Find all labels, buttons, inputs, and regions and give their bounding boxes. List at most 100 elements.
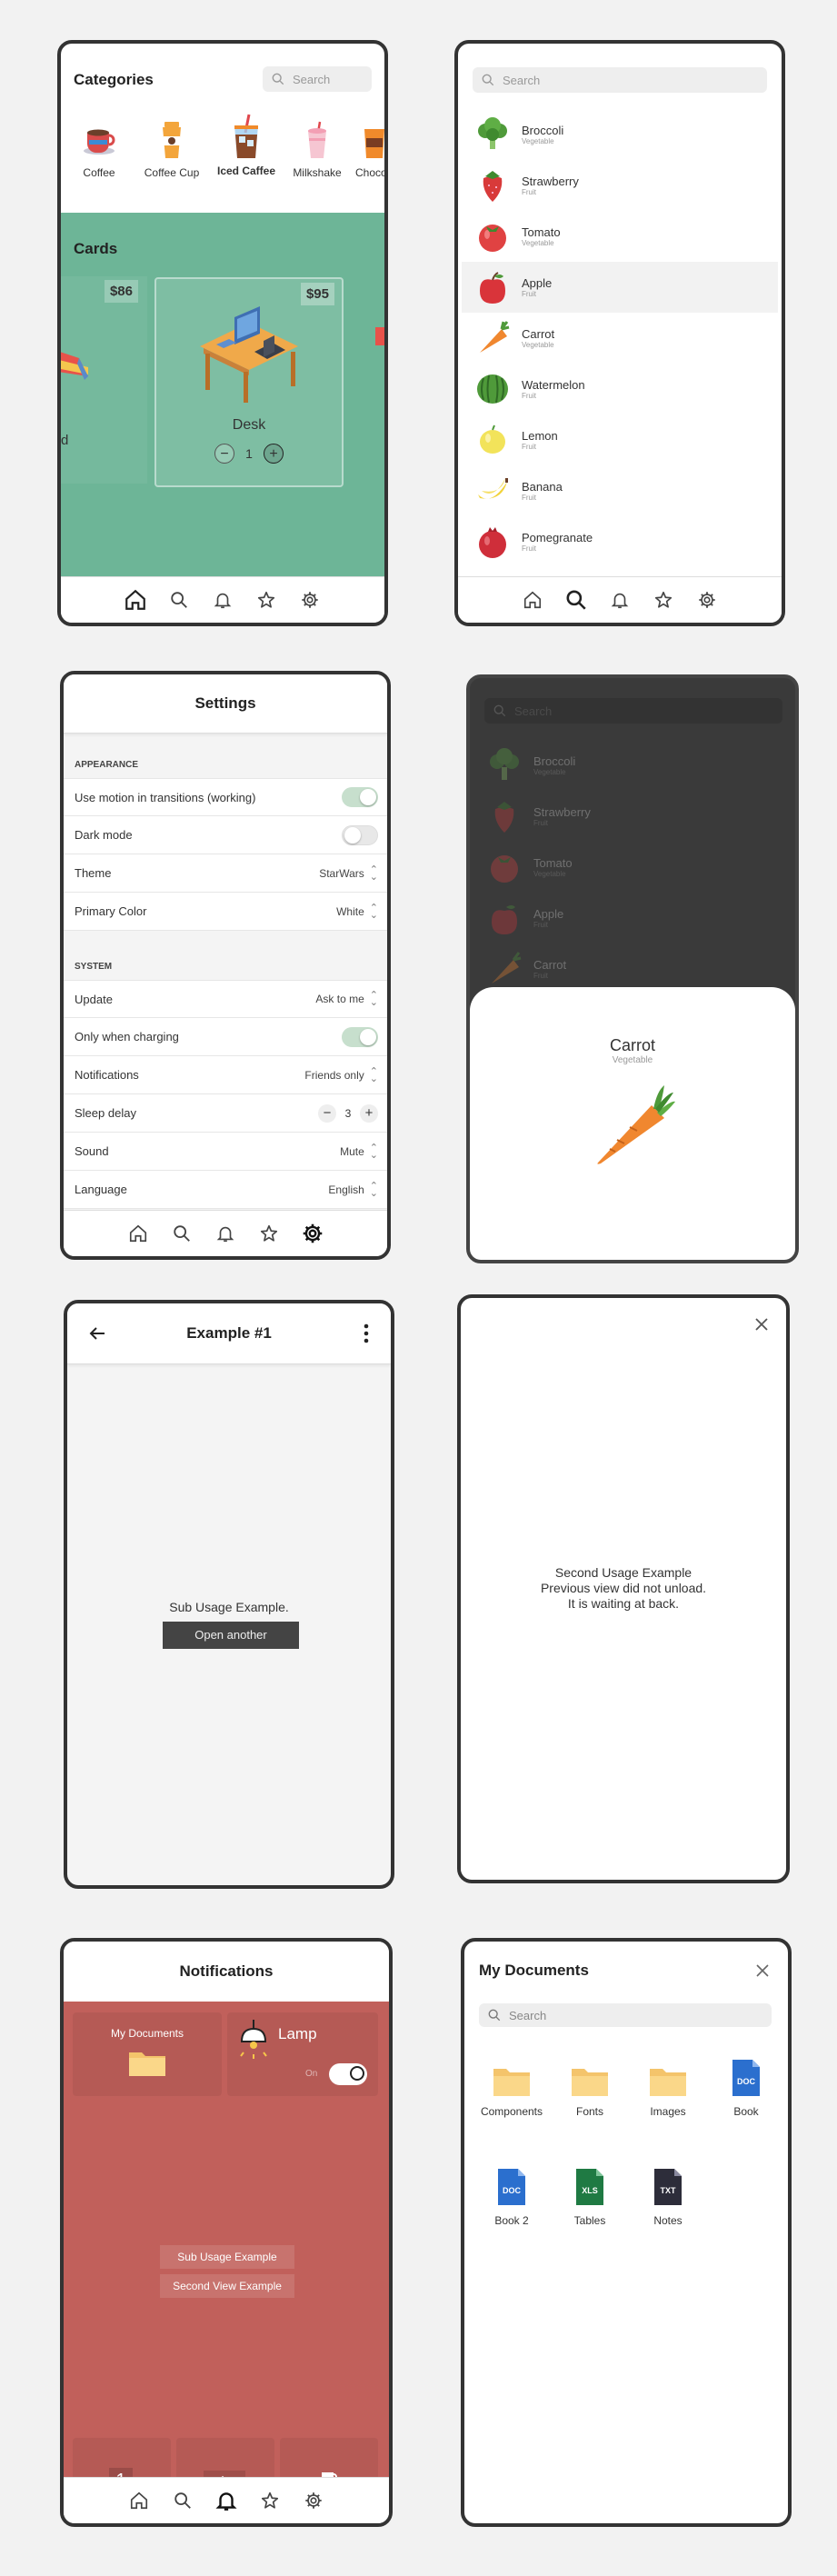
category-choco[interactable]: Choco	[348, 120, 384, 179]
nav-notifications[interactable]	[211, 588, 234, 612]
file-book[interactable]: DOC Book	[710, 2058, 782, 2118]
sleep-decrement-button[interactable]: −	[318, 1103, 336, 1123]
folder-components[interactable]: Components	[475, 2065, 548, 2118]
close-icon[interactable]	[755, 1963, 770, 1978]
bottom-sheet[interactable]: Carrot Vegetable	[470, 987, 795, 1260]
home-icon	[130, 2491, 148, 2510]
bell-icon	[214, 593, 232, 609]
svg-text:DOC: DOC	[737, 2077, 756, 2086]
star-icon	[257, 591, 275, 608]
list-item[interactable]: Carrot Vegetable	[462, 313, 778, 364]
star-icon	[260, 1224, 278, 1242]
sleep-increment-button[interactable]: +	[360, 1103, 378, 1123]
list-item[interactable]: Watermelon Fruit	[462, 364, 778, 414]
list-item[interactable]: Banana Fruit	[462, 465, 778, 516]
carrot-icon	[480, 321, 510, 353]
list-item[interactable]: Lemon Fruit	[462, 414, 778, 465]
item-name: Carrot	[522, 327, 555, 341]
widget-my-documents[interactable]: My Documents	[73, 2012, 222, 2096]
setting-dark-mode[interactable]: Dark mode	[64, 816, 387, 854]
categories-search[interactable]: Search	[263, 66, 372, 92]
folder-icon	[129, 2052, 165, 2076]
nav-settings[interactable]	[301, 1222, 324, 1245]
nav-notifications[interactable]	[608, 588, 632, 612]
folder-images[interactable]: Images	[632, 2065, 704, 2118]
sub-usage-button[interactable]: Sub Usage Example	[160, 2245, 294, 2269]
decrement-button[interactable]: −	[214, 444, 234, 464]
nav-home[interactable]	[126, 1222, 150, 1245]
list-item[interactable]: Strawberry Fruit	[462, 160, 778, 211]
setting-charging[interactable]: Only when charging	[64, 1018, 387, 1056]
list-item[interactable]: Broccoli Vegetable	[462, 109, 778, 160]
coffee-cup-icon	[163, 122, 181, 158]
doc-label: Components	[480, 2105, 543, 2118]
coffee-mug-icon	[84, 129, 115, 155]
nav-search[interactable]	[170, 1222, 194, 1245]
nav-home[interactable]	[521, 588, 544, 612]
search-icon	[171, 592, 187, 608]
nav-home[interactable]	[124, 588, 147, 612]
item-type: Fruit	[522, 392, 536, 400]
nav-favorites[interactable]	[257, 1222, 281, 1245]
broccoli-icon	[478, 117, 507, 149]
category-coffee[interactable]: Coffee	[63, 120, 135, 179]
more-vertical-icon[interactable]	[364, 1323, 369, 1343]
close-icon[interactable]	[753, 1316, 770, 1333]
category-milkshake[interactable]: Milkshake	[281, 120, 354, 179]
search-placeholder: Search	[509, 2008, 547, 2022]
nav-settings[interactable]	[302, 2489, 325, 2512]
nav-favorites[interactable]	[254, 588, 278, 612]
setting-theme[interactable]: Theme StarWars ⌃ ⌄	[64, 854, 387, 893]
charging-toggle[interactable]	[342, 1026, 378, 1047]
card-next-edge[interactable]	[375, 327, 384, 345]
section-system: SYSTEM	[75, 962, 113, 972]
phone-notifications: Notifications My Documents Lamp On Sub U…	[60, 1938, 393, 2527]
increment-button[interactable]: +	[263, 444, 284, 464]
search-icon	[482, 74, 494, 86]
list-item[interactable]: Tomato Vegetable	[462, 211, 778, 262]
open-another-button[interactable]: Open another	[163, 1622, 299, 1649]
second-usage-text: Second Usage Example Previous view did n…	[461, 1565, 786, 1612]
setting-update[interactable]: Update Ask to me ⌃ ⌄	[64, 980, 387, 1018]
file-book-2[interactable]: DOC Book 2	[475, 2167, 548, 2227]
nav-search[interactable]	[564, 588, 588, 612]
setting-sound[interactable]: Sound Mute ⌃ ⌄	[64, 1133, 387, 1171]
nav-home[interactable]	[127, 2489, 151, 2512]
second-view-button[interactable]: Second View Example	[160, 2274, 294, 2298]
quantity-stepper[interactable]: − 1 +	[214, 443, 284, 464]
widget-lamp[interactable]: Lamp On	[227, 2012, 378, 2096]
documents-search[interactable]: Search	[479, 2003, 772, 2027]
setting-motion[interactable]: Use motion in transitions (working)	[64, 778, 387, 816]
svg-text:DOC: DOC	[503, 2186, 522, 2195]
setting-notifications[interactable]: Notifications Friends only ⌃ ⌄	[64, 1056, 387, 1094]
setting-primary-color[interactable]: Primary Color White ⌃ ⌄	[64, 893, 387, 931]
nav-favorites[interactable]	[652, 588, 675, 612]
item-type: Vegetable	[522, 239, 554, 247]
nav-favorites[interactable]	[258, 2489, 282, 2512]
nav-notifications[interactable]	[214, 2489, 238, 2512]
back-arrow-icon[interactable]	[87, 1323, 107, 1343]
card-desk[interactable]: $95 Desk − 1 +	[154, 277, 344, 487]
nav-settings[interactable]	[298, 588, 322, 612]
card-partial[interactable]: $86 d	[61, 276, 147, 484]
category-iced-caffee[interactable]: Iced Caffee	[210, 113, 283, 177]
nav-notifications[interactable]	[214, 1222, 237, 1245]
chevron-updown-icon: ⌃ ⌄	[369, 1180, 378, 1199]
folder-fonts[interactable]: Fonts	[553, 2065, 626, 2118]
file-notes[interactable]: TXT Notes	[632, 2167, 704, 2227]
dark-mode-toggle[interactable]	[342, 824, 378, 845]
motion-toggle[interactable]	[342, 787, 378, 807]
broccoli-icon	[490, 748, 519, 780]
list-search[interactable]: Search	[473, 67, 767, 93]
nav-settings[interactable]	[695, 588, 719, 612]
list-item-selected[interactable]: Apple Fruit	[462, 262, 778, 313]
nav-search[interactable]	[167, 588, 191, 612]
category-coffee-cup[interactable]: Coffee Cup	[135, 120, 208, 179]
setting-language[interactable]: Language English ⌃ ⌄	[64, 1171, 387, 1209]
lamp-toggle[interactable]	[329, 2063, 367, 2085]
list-item[interactable]: Pomegranate Fruit	[462, 516, 778, 567]
list-search[interactable]: Search	[484, 698, 782, 724]
file-tables[interactable]: XLS Tables	[553, 2167, 626, 2227]
nav-search[interactable]	[171, 2489, 194, 2512]
setting-label: Primary Color	[75, 904, 147, 918]
